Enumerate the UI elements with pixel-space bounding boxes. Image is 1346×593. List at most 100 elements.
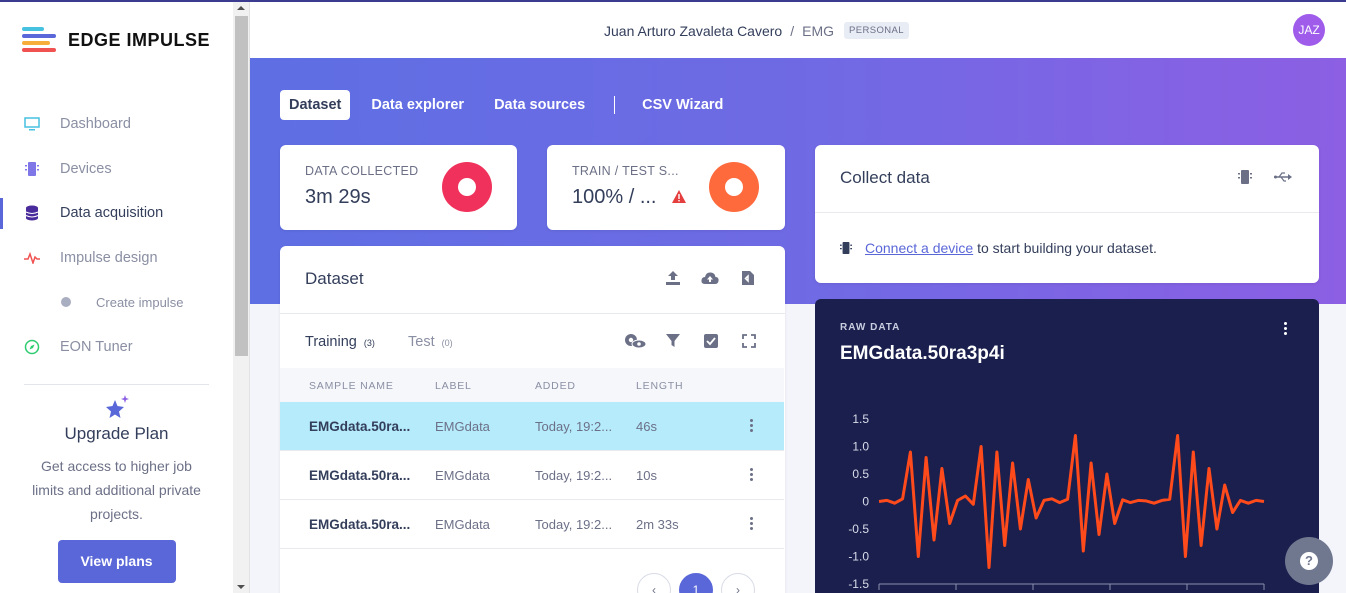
y-tick-label: -1.5 (848, 577, 869, 591)
brand-logo[interactable]: EDGE IMPULSE (22, 27, 210, 53)
table-row[interactable]: EMGdata.50ra... EMGdata Today, 19:2... 2… (280, 500, 784, 549)
row-menu-icon[interactable] (750, 468, 753, 482)
pager-prev-button[interactable]: ‹ (637, 573, 671, 593)
filter-icon[interactable] (664, 332, 682, 350)
sample-added: Today, 19:2... (535, 517, 613, 532)
view-plans-button[interactable]: View plans (57, 540, 176, 583)
y-tick-label: 1.5 (852, 412, 869, 426)
sidebar-item-eon-tuner[interactable]: EON Tuner (0, 325, 233, 370)
tab-dataset[interactable]: Dataset (280, 90, 351, 120)
upgrade-description: Get access to higher job limits and addi… (32, 458, 201, 522)
chip-icon (840, 242, 852, 254)
sample-added: Today, 19:2... (535, 468, 613, 483)
pager-current-page[interactable]: 1 (679, 573, 713, 593)
sample-length: 2m 33s (636, 517, 679, 532)
sample-label: EMGdata (435, 517, 490, 532)
upload-icon[interactable] (664, 269, 682, 287)
col-sample-name[interactable]: SAMPLE NAME (309, 380, 394, 392)
tab-data-explorer[interactable]: Data explorer (362, 90, 473, 120)
sample-label: EMGdata (435, 419, 490, 434)
logo-icon (22, 27, 56, 53)
usb-icon[interactable] (1274, 168, 1292, 186)
breadcrumb-separator: / (790, 22, 795, 39)
sidebar-item-devices[interactable]: Devices (0, 147, 233, 192)
col-label[interactable]: LABEL (435, 380, 472, 392)
subtab-count: (3) (363, 338, 375, 348)
collect-data-panel: Collect data Connect a device to start b… (815, 145, 1319, 283)
table-row[interactable]: EMGdata.50ra... EMGdata Today, 19:2... 4… (280, 402, 784, 451)
collect-data-message: Connect a device to start building your … (840, 240, 1157, 256)
scroll-up-arrow-icon[interactable] (237, 6, 245, 10)
chip-icon[interactable] (1236, 168, 1254, 186)
dataset-title: Dataset (305, 269, 364, 288)
panel-divider (280, 313, 785, 314)
y-tick-label: 0 (862, 495, 869, 509)
raw-data-panel: RAW DATA EMGdata.50ra3p4i 1.5 1.0 0.5 0 -0.5… (815, 299, 1319, 593)
train-test-label: TRAIN / TEST S... (572, 164, 679, 178)
sidebar-item-data-acquisition[interactable]: Data acquisition (0, 191, 233, 236)
sparkle-icon (106, 395, 129, 418)
settings-view-icon[interactable] (623, 332, 647, 350)
tab-csv-wizard[interactable]: CSV Wizard (633, 90, 732, 120)
warning-icon[interactable] (672, 190, 686, 203)
col-length[interactable]: LENGTH (636, 380, 683, 392)
sidebar-item-create-impulse[interactable]: Create impulse (0, 280, 233, 325)
sample-name: EMGdata.50ra... (309, 517, 411, 532)
plan-badge: PERSONAL (844, 22, 909, 39)
scrollbar-thumb[interactable] (235, 16, 248, 356)
breadcrumb: Juan Arturo Zavaleta Cavero / EMG PERSON… (604, 22, 909, 39)
sidebar-divider (24, 384, 209, 385)
sidebar-item-label: Create impulse (96, 294, 184, 310)
subtab-training[interactable]: Training (3) (305, 334, 375, 350)
data-collected-value: 3m 29s (305, 186, 371, 208)
pager-next-button[interactable]: › (721, 573, 755, 593)
dataset-panel: Dataset Training (3) Test (0) SAMPLE NAM… (280, 246, 785, 593)
data-collected-label: DATA COLLECTED (305, 164, 419, 178)
sidebar-item-label: Data acquisition (60, 205, 164, 222)
table-header: SAMPLE NAME LABEL ADDED LENGTH (280, 368, 784, 402)
sidebar-item-dashboard[interactable]: Dashboard (0, 102, 233, 147)
row-menu-icon[interactable] (750, 419, 753, 433)
expand-icon[interactable] (740, 332, 758, 350)
sample-length: 10s (636, 468, 657, 483)
y-tick-label: 1.0 (852, 440, 869, 454)
connect-device-link[interactable]: Connect a device (865, 240, 973, 256)
upgrade-plan-box: Upgrade Plan Get access to higher job li… (0, 392, 233, 583)
panel-divider (815, 212, 1319, 213)
train-test-value: 100% / ... (572, 186, 657, 208)
subtab-count: (0) (441, 338, 453, 348)
col-added[interactable]: ADDED (535, 380, 576, 392)
sidebar-item-label: Devices (60, 160, 112, 177)
user-avatar[interactable]: JAZ (1293, 14, 1325, 46)
help-button[interactable]: ? (1285, 537, 1333, 585)
compass-icon (24, 339, 40, 355)
sidebar-scrollbar[interactable] (233, 0, 250, 593)
export-icon[interactable] (739, 269, 757, 287)
database-icon (24, 205, 40, 221)
sample-added: Today, 19:2... (535, 419, 613, 434)
breadcrumb-user[interactable]: Juan Arturo Zavaleta Cavero (604, 23, 782, 39)
scroll-down-arrow-icon[interactable] (237, 585, 245, 589)
raw-data-chart[interactable]: 1.5 1.0 0.5 0 -0.5 -1.0 -1.5 (815, 299, 1319, 593)
breadcrumb-project[interactable]: EMG (802, 23, 834, 39)
sidebar-item-impulse-design[interactable]: Impulse design (0, 236, 233, 281)
table-row[interactable]: EMGdata.50ra... EMGdata Today, 19:2... 1… (280, 451, 784, 500)
sidebar: EDGE IMPULSE Dashboard Devices Data acqu… (0, 0, 233, 593)
top-header: Juan Arturo Zavaleta Cavero / EMG PERSON… (250, 2, 1346, 58)
data-collected-donut (442, 162, 492, 212)
row-menu-icon[interactable] (750, 517, 753, 531)
collect-data-title: Collect data (840, 168, 930, 187)
subtab-test[interactable]: Test (0) (408, 334, 453, 350)
data-collected-card: DATA COLLECTED 3m 29s (280, 145, 517, 230)
tab-data-sources[interactable]: Data sources (485, 90, 594, 120)
upgrade-title: Upgrade Plan (64, 424, 169, 443)
select-checkbox-icon[interactable] (702, 332, 720, 350)
subtab-label: Training (305, 334, 357, 350)
chip-icon (24, 161, 40, 177)
y-tick-label: 0.5 (852, 467, 869, 481)
sample-label: EMGdata (435, 468, 490, 483)
dot-icon (61, 297, 71, 308)
cloud-upload-icon[interactable] (701, 269, 719, 287)
tab-divider (614, 96, 616, 114)
sample-name: EMGdata.50ra... (309, 468, 411, 483)
